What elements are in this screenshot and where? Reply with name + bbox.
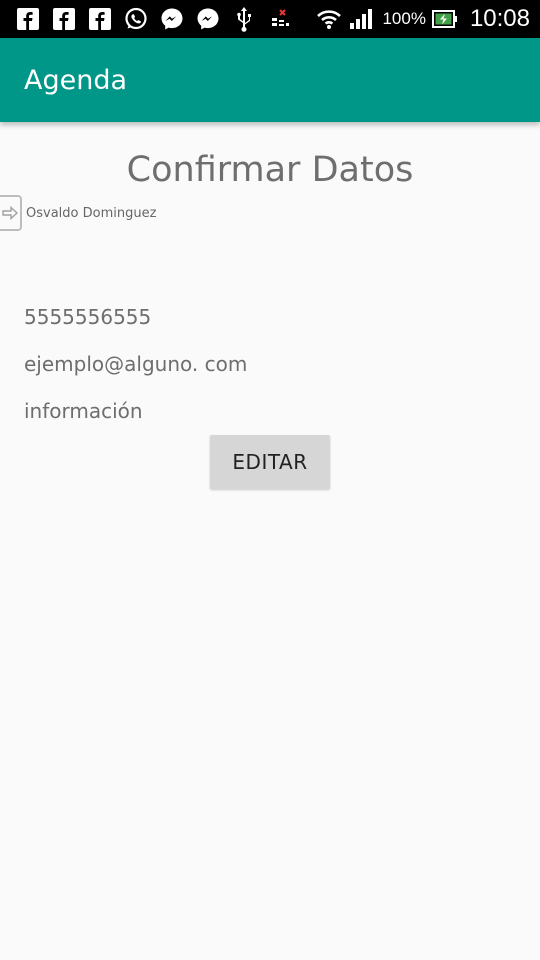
- email-text: ejemplo@alguno. com: [24, 352, 248, 376]
- back-arrow-button[interactable]: [0, 195, 22, 231]
- battery-percent: 100%: [382, 9, 426, 28]
- arrow-right-icon: [2, 206, 18, 220]
- cell-signal-icon: [348, 6, 374, 32]
- notification-icons: [0, 6, 293, 32]
- clock: 10:08: [469, 5, 530, 32]
- contact-name: Osvaldo Dominguez: [26, 205, 157, 221]
- status-bar: 100% 10:08: [0, 0, 540, 38]
- usb-icon: [231, 6, 257, 32]
- wifi-icon: [316, 6, 342, 32]
- system-status: 100% 10:08: [316, 0, 530, 38]
- battery-charging-icon: [431, 6, 458, 32]
- contact-row: Osvaldo Dominguez: [0, 195, 156, 231]
- messenger-icon: [159, 6, 185, 32]
- whatsapp-icon: [123, 6, 149, 32]
- signal-off-icon: [267, 6, 293, 32]
- facebook-icon: [15, 6, 41, 32]
- facebook-icon: [87, 6, 113, 32]
- app-title: Agenda: [24, 64, 128, 96]
- app-bar: Agenda: [0, 38, 540, 122]
- facebook-icon: [51, 6, 77, 32]
- page-title: Confirmar Datos: [126, 150, 414, 190]
- info-text: información: [24, 399, 143, 423]
- phone-text: 5555556555: [24, 305, 152, 329]
- edit-button[interactable]: EDITAR: [210, 435, 330, 489]
- messenger-icon: [195, 6, 221, 32]
